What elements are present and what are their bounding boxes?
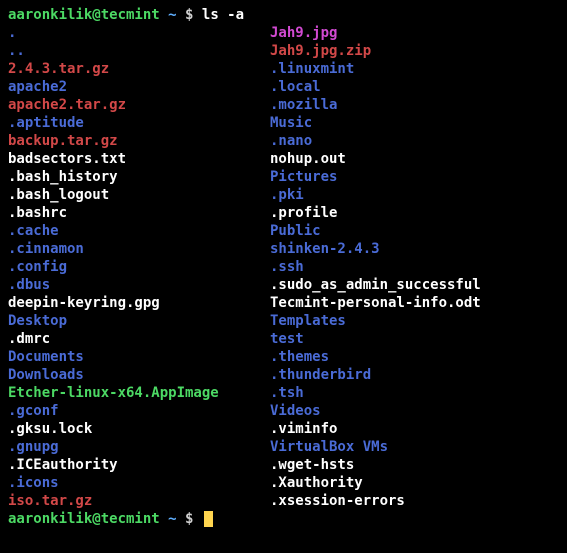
- list-row: 2.4.3.tar.gz.linuxmint: [8, 60, 559, 78]
- list-item: .bash_logout: [8, 186, 270, 204]
- list-item: 2.4.3.tar.gz: [8, 60, 270, 78]
- list-item: .: [8, 24, 270, 42]
- list-item: .mozilla: [270, 96, 337, 114]
- list-row: .gksu.lock.viminfo: [8, 420, 559, 438]
- list-item: .viminfo: [270, 420, 337, 438]
- list-item: Pictures: [270, 168, 337, 186]
- list-item: .Xauthority: [270, 474, 363, 492]
- list-item: .gnupg: [8, 438, 270, 456]
- list-row: apache2.tar.gz.mozilla: [8, 96, 559, 114]
- list-row: .aptitudeMusic: [8, 114, 559, 132]
- prompt-dollar: $: [177, 511, 202, 527]
- list-item: deepin-keyring.gpg: [8, 294, 270, 312]
- list-item: Desktop: [8, 312, 270, 330]
- list-row: Documents.themes: [8, 348, 559, 366]
- list-item: Etcher-linux-x64.AppImage: [8, 384, 270, 402]
- prompt-path: ~: [168, 7, 176, 23]
- list-item: Public: [270, 222, 321, 240]
- list-row: Downloads.thunderbird: [8, 366, 559, 384]
- command-text: ls -a: [202, 7, 244, 23]
- list-row: .cinnamonshinken-2.4.3: [8, 240, 559, 258]
- list-row: .icons.Xauthority: [8, 474, 559, 492]
- list-item: VirtualBox VMs: [270, 438, 388, 456]
- list-item: test: [270, 330, 304, 348]
- list-row: DesktopTemplates: [8, 312, 559, 330]
- list-item: Downloads: [8, 366, 270, 384]
- list-item: .config: [8, 258, 270, 276]
- prompt-line-1: aaronkilik@tecmint ~ $ ls -a: [8, 6, 559, 24]
- list-item: .thunderbird: [270, 366, 371, 384]
- list-item: ..: [8, 42, 270, 60]
- list-item: .local: [270, 78, 321, 96]
- cursor-icon: [204, 511, 213, 527]
- list-item: .linuxmint: [270, 60, 354, 78]
- list-item: badsectors.txt: [8, 150, 270, 168]
- list-row: .bash_historyPictures: [8, 168, 559, 186]
- list-item: apache2.tar.gz: [8, 96, 270, 114]
- list-row: backup.tar.gz.nano: [8, 132, 559, 150]
- list-item: .tsh: [270, 384, 304, 402]
- list-item: .gconf: [8, 402, 270, 420]
- list-item: .dbus: [8, 276, 270, 294]
- list-row: .gconfVideos: [8, 402, 559, 420]
- list-item: .ICEauthority: [8, 456, 270, 474]
- list-row: .Jah9.jpg: [8, 24, 559, 42]
- list-row: .gnupgVirtualBox VMs: [8, 438, 559, 456]
- list-item: .nano: [270, 132, 312, 150]
- list-item: Documents: [8, 348, 270, 366]
- list-item: .sudo_as_admin_successful: [270, 276, 481, 294]
- list-row: .dbus.sudo_as_admin_successful: [8, 276, 559, 294]
- prompt-user: aaronkilik@tecmint: [8, 511, 160, 527]
- ls-output: .Jah9.jpg..Jah9.jpg.zip2.4.3.tar.gz.linu…: [8, 24, 559, 510]
- list-item: Templates: [270, 312, 346, 330]
- list-item: .aptitude: [8, 114, 270, 132]
- list-item: .xsession-errors: [270, 492, 405, 510]
- list-row: deepin-keyring.gpgTecmint-personal-info.…: [8, 294, 559, 312]
- prompt-line-2: aaronkilik@tecmint ~ $: [8, 510, 559, 528]
- list-item: .pki: [270, 186, 304, 204]
- list-row: iso.tar.gz.xsession-errors: [8, 492, 559, 510]
- list-item: .cache: [8, 222, 270, 240]
- list-item: .gksu.lock: [8, 420, 270, 438]
- list-item: Music: [270, 114, 312, 132]
- prompt-path: ~: [168, 511, 176, 527]
- list-item: .bashrc: [8, 204, 270, 222]
- list-item: .themes: [270, 348, 329, 366]
- list-row: .cachePublic: [8, 222, 559, 240]
- list-row: Etcher-linux-x64.AppImage.tsh: [8, 384, 559, 402]
- list-row: .bash_logout.pki: [8, 186, 559, 204]
- terminal[interactable]: aaronkilik@tecmint ~ $ ls -a .Jah9.jpg..…: [8, 6, 559, 528]
- list-item: .cinnamon: [8, 240, 270, 258]
- list-row: .bashrc.profile: [8, 204, 559, 222]
- list-item: Tecmint-personal-info.odt: [270, 294, 481, 312]
- list-item: .ssh: [270, 258, 304, 276]
- list-item: apache2: [8, 78, 270, 96]
- list-row: .config.ssh: [8, 258, 559, 276]
- list-row: ..Jah9.jpg.zip: [8, 42, 559, 60]
- prompt-dollar: $: [177, 7, 202, 23]
- list-row: .ICEauthority.wget-hsts: [8, 456, 559, 474]
- list-item: Jah9.jpg.zip: [270, 42, 371, 60]
- list-item: nohup.out: [270, 150, 346, 168]
- list-item: .wget-hsts: [270, 456, 354, 474]
- prompt-user: aaronkilik@tecmint: [8, 7, 160, 23]
- list-row: badsectors.txtnohup.out: [8, 150, 559, 168]
- list-item: .bash_history: [8, 168, 270, 186]
- list-item: .dmrc: [8, 330, 270, 348]
- list-item: .icons: [8, 474, 270, 492]
- list-item: iso.tar.gz: [8, 492, 270, 510]
- list-item: shinken-2.4.3: [270, 240, 380, 258]
- list-row: apache2.local: [8, 78, 559, 96]
- list-item: .profile: [270, 204, 337, 222]
- list-row: .dmrctest: [8, 330, 559, 348]
- list-item: Jah9.jpg: [270, 24, 337, 42]
- list-item: backup.tar.gz: [8, 132, 270, 150]
- list-item: Videos: [270, 402, 321, 420]
